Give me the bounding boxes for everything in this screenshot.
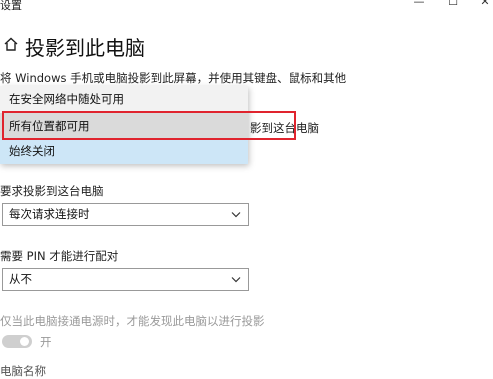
obscured-text: 影到这台电脑 xyxy=(250,121,319,135)
dropdown-option-always-off[interactable]: 始终关闭 xyxy=(0,138,248,164)
request-projection-value: 每次请求连接时 xyxy=(9,207,90,221)
request-projection-label: 要求投影到这台电脑 xyxy=(0,184,104,198)
toggle-knob xyxy=(20,337,29,346)
request-projection-select[interactable]: 每次请求连接时 xyxy=(2,203,249,226)
close-button[interactable]: ✕ xyxy=(470,0,493,10)
power-only-hint: 仅当此电脑接通电源时，才能发现此电脑以进行投影 xyxy=(0,314,265,328)
page-description: 将 Windows 手机或电脑投影到此屏幕，并使用其键盘、鼠标和其他 xyxy=(0,71,347,85)
dropdown-option-secure-network[interactable]: 在安全网络中随处可用 xyxy=(0,86,248,112)
window-title: 设置 xyxy=(0,0,22,12)
pc-name-label: 电脑名称 xyxy=(0,364,46,378)
pin-pairing-select[interactable]: 从不 xyxy=(2,268,249,291)
chevron-down-icon xyxy=(231,277,241,283)
pin-pairing-value: 从不 xyxy=(9,272,32,286)
power-only-toggle[interactable] xyxy=(2,335,32,348)
pin-pairing-label: 需要 PIN 才能进行配对 xyxy=(0,249,119,263)
toggle-state-label: 开 xyxy=(40,335,52,349)
page-title: 投影到此电脑 xyxy=(25,36,145,60)
maximize-button[interactable]: ☐ xyxy=(438,0,468,10)
dropdown-option-everywhere[interactable]: 所有位置都可用 xyxy=(0,113,248,139)
availability-dropdown-list: 在安全网络中随处可用 所有位置都可用 始终关闭 xyxy=(0,86,248,164)
chevron-down-icon xyxy=(231,212,241,218)
minimize-button[interactable]: — xyxy=(404,0,434,10)
home-icon[interactable] xyxy=(3,36,19,52)
